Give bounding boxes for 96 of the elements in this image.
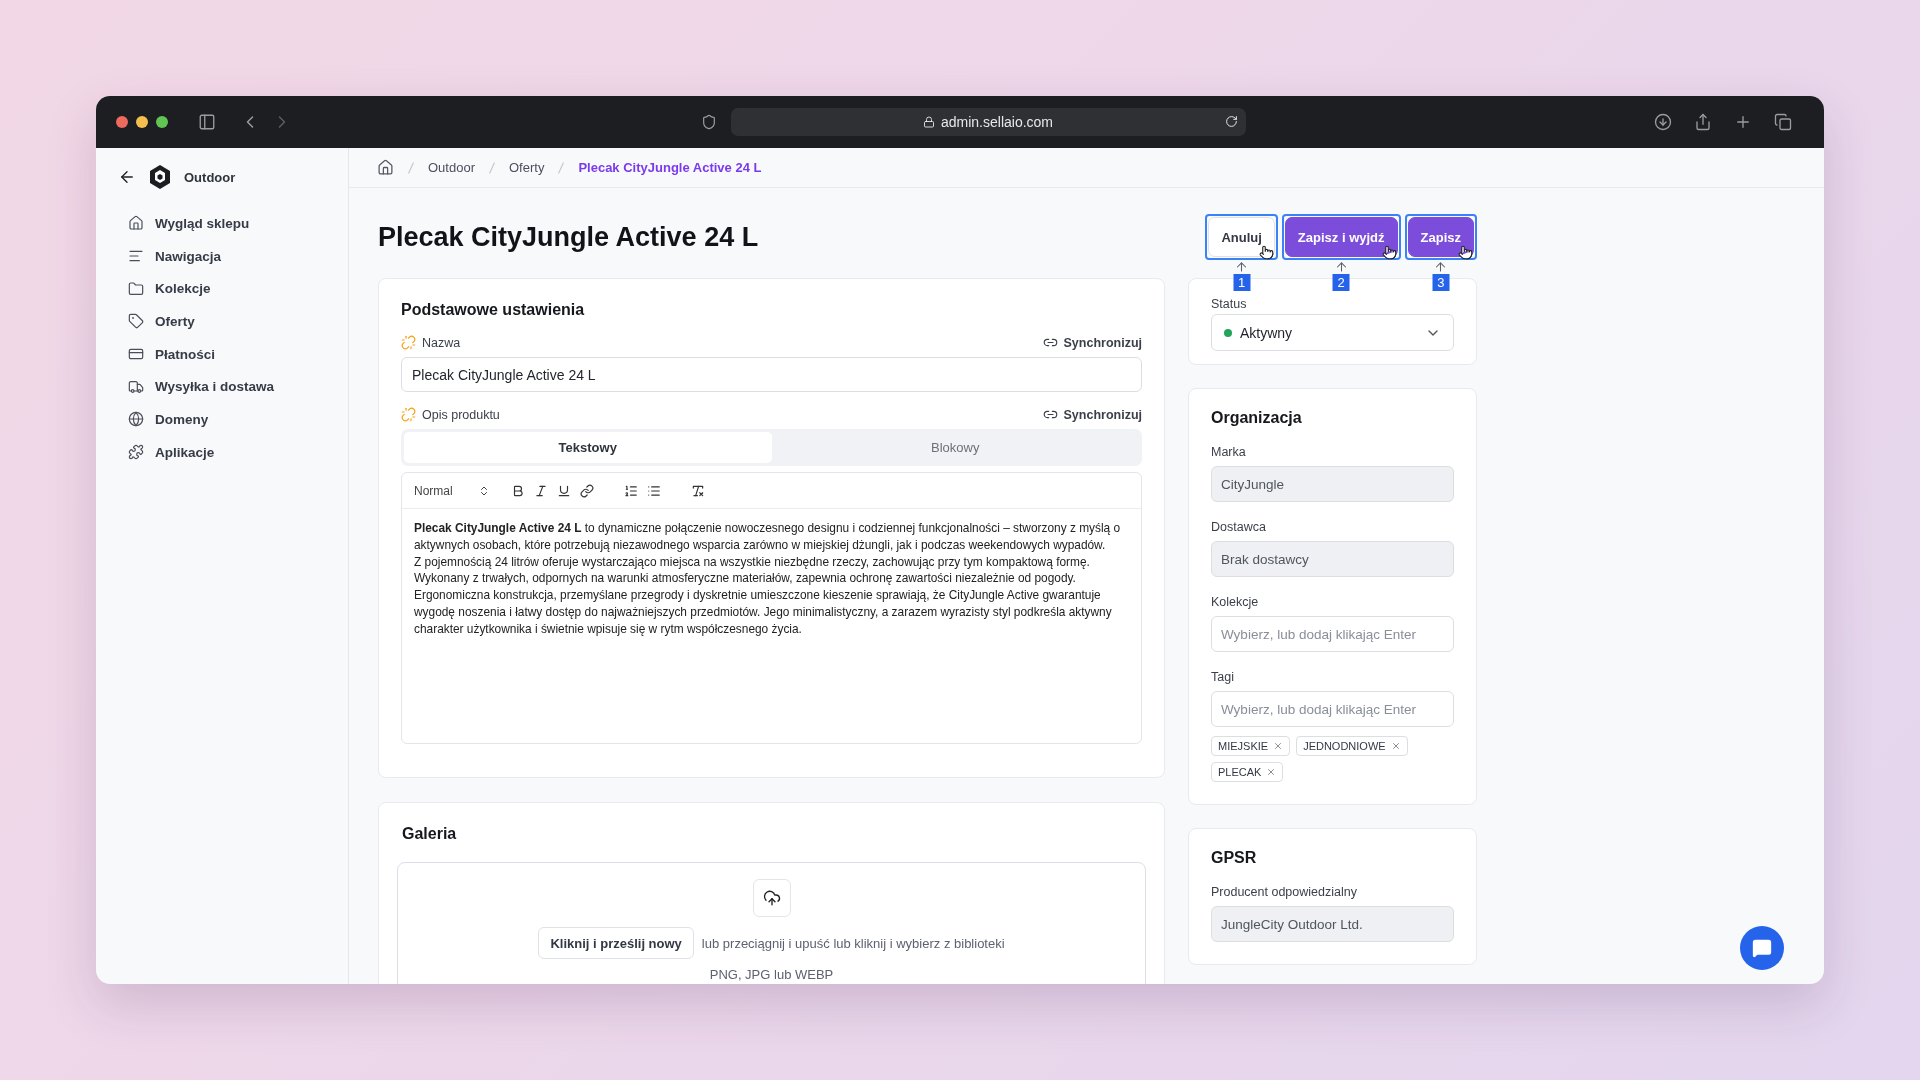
- broken-link-icon: [401, 335, 416, 350]
- editor-tab[interactable]: Tekstowy: [404, 432, 772, 463]
- section-title: GPSR: [1211, 849, 1258, 867]
- formats-hint: PNG, JPG lub WEBP: [709, 967, 834, 982]
- upload-dropzone[interactable]: Kliknij i prześlij nowy lub przeciągnij i upuść lub kliknij i wybierz z biblioteki PNG, JPG lub WEBP: [397, 862, 1146, 984]
- clear-format-tool[interactable]: [691, 483, 705, 498]
- new-tab-icon: [1734, 113, 1752, 131]
- tag-chip[interactable]: MIEJSKIE: [1211, 736, 1291, 756]
- field-label: Kolekcje: [1211, 595, 1260, 609]
- address-bar[interactable]: admin.sellaio.com: [730, 108, 1246, 136]
- sidebar-item[interactable]: Wygląd sklepu: [118, 207, 348, 240]
- breadcrumb-link[interactable]: Plecak CityJungle Active 24 L: [578, 160, 762, 175]
- share-icon: [1694, 113, 1712, 131]
- minimize-window-dot[interactable]: [136, 116, 148, 128]
- section-title: Organizacja: [1211, 409, 1303, 427]
- download-icon: [1654, 113, 1672, 131]
- section-title: Podstawowe ustawienia: [401, 301, 586, 319]
- name-field[interactable]: Plecak CityJungle Active 24 L: [401, 357, 1142, 392]
- broken-link-icon: [401, 407, 416, 422]
- numbered-list-tool[interactable]: [624, 483, 638, 498]
- field-label: Producent odpowiedzialny: [1211, 885, 1358, 899]
- slash-separator-icon: [489, 161, 495, 174]
- upload-icon: [762, 889, 781, 907]
- chat-button[interactable]: [1740, 926, 1784, 970]
- status-select[interactable]: Aktywny: [1211, 314, 1454, 351]
- remove-icon[interactable]: [1273, 741, 1284, 751]
- hand-cursor-icon: [1458, 245, 1473, 260]
- lock-icon: [922, 116, 935, 128]
- save-button[interactable]: Zapisz i wyjdź: [1284, 217, 1398, 257]
- sidebar-item[interactable]: Aplikacje: [118, 435, 348, 469]
- shield-icon: [700, 114, 717, 130]
- field-label: Nazwa: [422, 335, 461, 350]
- maximize-window-dot[interactable]: [156, 116, 168, 128]
- description-paragraph: Plecak CityJungle Active 24 L to dynamiczne połączenie nowoczesnego designu i codziennej funkcjonalności – stworzony z myślą o aktywnych osobach, które potrzebują niezawodnego wsparcia zarówno w miejskiej dżungli, jak i podczas weekendowych wypadów.: [414, 520, 1122, 554]
- slash-separator-icon: [408, 161, 414, 174]
- home-icon: [377, 159, 394, 176]
- marker-number: 3: [1432, 274, 1450, 291]
- sidebar-item[interactable]: Oferty: [118, 305, 348, 338]
- upload-hint: lub przeciągnij i upuść lub kliknij i wybierz z biblioteki: [701, 935, 1005, 951]
- cancel-button[interactable]: Anuluj: [1208, 217, 1275, 257]
- page-title: Plecak CityJungle Active 24 L: [378, 221, 760, 254]
- url-text: admin.sellaio.com: [940, 114, 1054, 130]
- marker-number: 2: [1332, 274, 1350, 291]
- reload-icon: [1224, 115, 1238, 128]
- field-label: Opis produktu: [422, 407, 500, 422]
- puzzle-icon: [128, 444, 144, 461]
- input-field[interactable]: Wybierz, lub dodaj klikając Enter: [1211, 691, 1454, 727]
- remove-icon[interactable]: [1390, 741, 1401, 751]
- remove-icon[interactable]: [1266, 767, 1277, 777]
- field-label: Dostawca: [1211, 520, 1267, 534]
- sidebar-item[interactable]: Kolekcje: [118, 272, 348, 306]
- field-label: Status: [1211, 297, 1248, 311]
- description-paragraph: Wykonany z trwałych, odpornych na warunki atmosferyczne materiałów, zapewnia ochronę zawartości niezależnie od pogody.: [414, 570, 1077, 588]
- italic-tool[interactable]: [534, 483, 548, 498]
- bullet-list-tool[interactable]: [647, 483, 661, 498]
- description-paragraph: Z pojemnością 24 litrów oferuje wystarczająco miejsca na wszystkie niezbędne rzeczy, zachowując przy tym kompaktową formę.: [414, 553, 1091, 571]
- slash-separator-icon: [558, 161, 565, 174]
- sidebar-item[interactable]: Domeny: [118, 403, 348, 436]
- tag-chip[interactable]: JEDNODNIOWE: [1296, 736, 1408, 756]
- editor-tab[interactable]: Blokowy: [771, 432, 1139, 463]
- input-field[interactable]: Wybierz, lub dodaj klikając Enter: [1211, 616, 1454, 652]
- globe-icon: [128, 411, 144, 428]
- house-icon: [128, 215, 144, 232]
- breadcrumb-link[interactable]: Oferty: [509, 160, 545, 175]
- chat-icon: [1752, 938, 1772, 958]
- tag-icon: [128, 313, 144, 330]
- sync-link[interactable]: Synchronizuj: [1042, 407, 1142, 422]
- sidebar-item[interactable]: Płatności: [118, 337, 348, 371]
- breadcrumb-link[interactable]: Outdoor: [428, 160, 475, 175]
- section-title: Galeria: [402, 825, 458, 843]
- field-label: Tagi: [1211, 670, 1235, 684]
- link-tool[interactable]: [580, 483, 594, 498]
- bold-tool[interactable]: [511, 483, 525, 498]
- hand-cursor-icon: [1258, 245, 1274, 260]
- status-dot-icon: [1224, 328, 1232, 337]
- up-down-chevron-icon: [478, 484, 490, 497]
- truck-icon: [128, 378, 144, 395]
- tag-chip[interactable]: PLECAK: [1211, 762, 1284, 782]
- logo-icon: [148, 164, 172, 190]
- folder-icon: [128, 280, 144, 297]
- underline-tool[interactable]: [557, 483, 571, 498]
- format-select[interactable]: Normal: [414, 483, 490, 498]
- sync-link[interactable]: Synchronizuj: [1042, 335, 1142, 350]
- close-window-dot[interactable]: [116, 116, 128, 128]
- tabs-icon: [1774, 113, 1792, 131]
- upload-button[interactable]: Kliknij i prześlij nowy: [538, 927, 694, 959]
- text-editor[interactable]: [401, 472, 1142, 744]
- field-label: Marka: [1211, 445, 1247, 459]
- marker-number: 1: [1233, 274, 1251, 291]
- sidebar-toggle-icon: [198, 113, 216, 131]
- save-button[interactable]: Zapisz: [1407, 217, 1474, 257]
- sidebar-item[interactable]: Wysyłka i dostawa: [118, 370, 348, 404]
- hand-cursor-icon: [1381, 245, 1397, 260]
- store-name: Outdoor: [184, 169, 236, 185]
- sidebar-item[interactable]: Nawigacja: [118, 239, 348, 273]
- description-paragraph: Ergonomiczna konstrukcja, przemyślane przegrody i dyskretnie umieszczone kieszenie sprawiają, że CityJungle Active gwarantuje wygodę noszenia i łatwy dostęp do najważniejszych przedmiotów. Jego minimalistyczny, a zarazem wyrazisty styl podkreśla aktywny charakter użytkownika i świetnie wpisuje się w rytm współczesnego życia.: [414, 587, 1113, 638]
